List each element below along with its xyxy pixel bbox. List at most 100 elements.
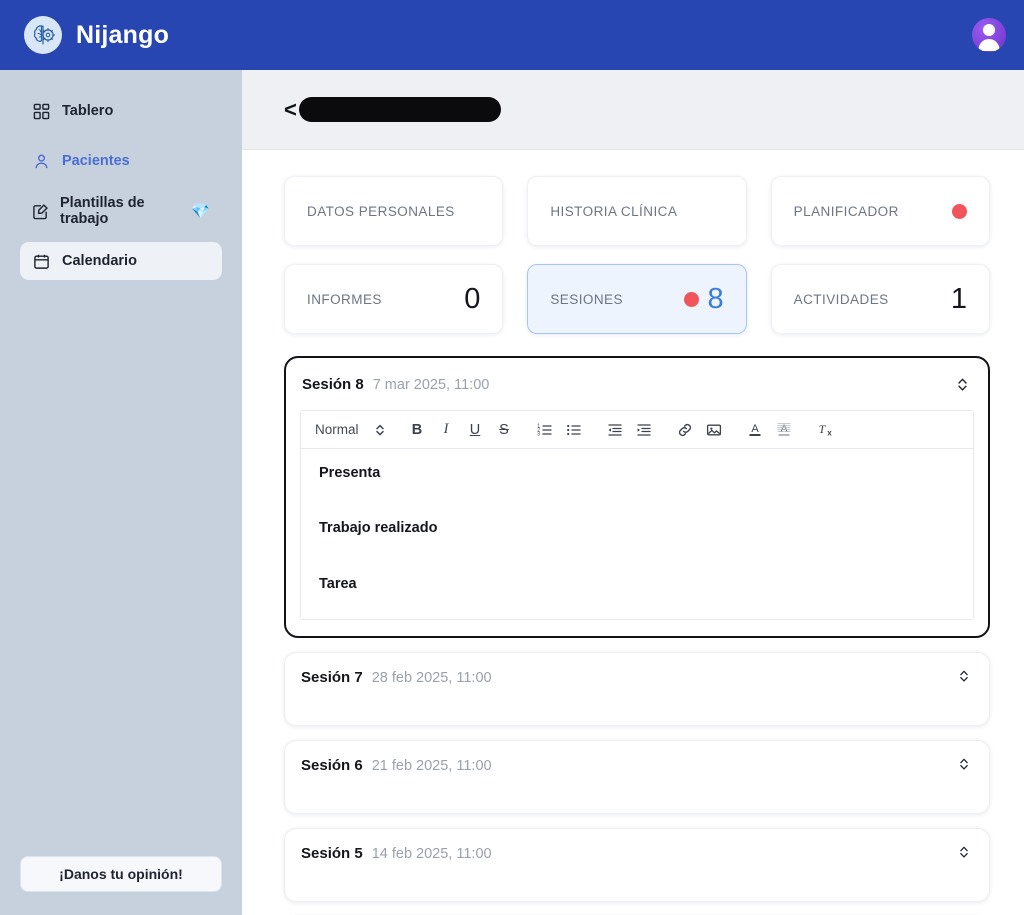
image-icon[interactable] [700, 417, 729, 443]
feedback-button[interactable]: ¡Danos tu opinión! [20, 856, 222, 892]
session-item-6[interactable]: Sesión 6 21 feb 2025, 11:00 [284, 740, 990, 814]
brain-gear-icon [24, 16, 62, 54]
tab-planificador[interactable]: PLANIFICADOR [770, 176, 990, 246]
session-header[interactable]: Sesión 7 28 feb 2025, 11:00 [285, 653, 989, 699]
editor-content[interactable]: Presenta Trabajo realizado Tarea [301, 449, 973, 619]
italic-icon[interactable]: I [432, 417, 461, 443]
ordered-list-icon[interactable]: 1 2 3 [531, 417, 560, 443]
session-date: 21 feb 2025, 11:00 [371, 758, 492, 774]
sidebar-item-tablero[interactable]: Tablero [20, 92, 222, 130]
tab-label: DATOS PERSONALES [307, 203, 455, 219]
tab-meta: 1 [950, 282, 967, 315]
tab-meta: 8 [683, 282, 724, 315]
chevron-up-down-icon[interactable] [957, 377, 968, 392]
brand: Nijango [24, 16, 169, 54]
underline-icon[interactable]: U [461, 417, 490, 443]
session-title: Sesión 7 28 feb 2025, 11:00 [301, 669, 492, 686]
tab-sesiones[interactable]: SESIONES 8 [527, 264, 747, 334]
editor-toolbar: Normal B I U S 1 2 3 A A T x [301, 411, 973, 449]
gem-icon: 💎 [191, 202, 210, 220]
session-item-8[interactable]: Sesión 8 7 mar 2025, 11:00 Normal B I U … [284, 356, 990, 638]
dashboard-grid-icon [32, 102, 51, 121]
session-item-7[interactable]: Sesión 7 28 feb 2025, 11:00 [284, 652, 990, 726]
tab-datos-personales[interactable]: DATOS PERSONALES [284, 176, 504, 246]
tab-count: 1 [950, 282, 967, 315]
calendar-icon [32, 252, 51, 271]
session-header[interactable]: Sesión 8 7 mar 2025, 11:00 [286, 358, 988, 410]
clear-format-icon[interactable]: T x [811, 417, 840, 443]
strikethrough-icon[interactable]: S [490, 417, 519, 443]
svg-text:T: T [819, 422, 827, 436]
chevron-down-icon [375, 424, 384, 435]
session-title: Sesión 5 14 feb 2025, 11:00 [301, 845, 492, 862]
session-title: Sesión 6 21 feb 2025, 11:00 [301, 757, 492, 774]
sidebar-item-plantillas[interactable]: Plantillas de trabajo 💎 [20, 192, 222, 230]
session-title: Sesión 8 7 mar 2025, 11:00 [302, 376, 489, 393]
indent-icon[interactable] [630, 417, 659, 443]
back-chevron-icon[interactable]: < [284, 98, 297, 121]
session-name: Sesión 5 [301, 845, 363, 862]
session-date: 28 feb 2025, 11:00 [371, 670, 492, 686]
session-editor-wrapper: Normal B I U S 1 2 3 A A T x Presenta Tr… [286, 410, 988, 636]
edit-note-icon [32, 202, 49, 221]
block-format-select[interactable]: Normal [311, 422, 393, 437]
chevron-up-down-icon[interactable] [959, 757, 969, 771]
outdent-icon[interactable] [601, 417, 630, 443]
sidebar-item-label: Pacientes [62, 153, 130, 169]
avatar-head [983, 24, 995, 36]
tab-informes[interactable]: INFORMES 0 [284, 264, 504, 334]
sidebar-item-label: Plantillas de trabajo [60, 195, 145, 227]
editor-paragraph: Tarea [319, 575, 357, 592]
svg-text:A: A [780, 423, 788, 435]
session-name: Sesión 7 [301, 669, 363, 686]
sidebar-item-label: Tablero [62, 103, 114, 119]
tab-meta: 0 [464, 282, 481, 315]
feedback-button-label: ¡Danos tu opinión! [59, 866, 183, 882]
tab-count: 8 [707, 282, 724, 315]
block-format-label: Normal [315, 422, 359, 437]
sidebar: Tablero Pacientes Plantillas de trabajo … [0, 70, 242, 915]
session-item-5[interactable]: Sesión 5 14 feb 2025, 11:00 [284, 828, 990, 902]
tab-historia-clinica[interactable]: HISTORIA CLÍNICA [527, 176, 747, 246]
chevron-up-down-icon[interactable] [959, 845, 969, 859]
brand-name: Nijango [76, 20, 170, 49]
session-name: Sesión 8 [302, 375, 364, 393]
tab-label: HISTORIA CLÍNICA [550, 203, 678, 219]
tab-count: 0 [464, 282, 481, 315]
editor-paragraph: Trabajo realizado [319, 520, 438, 537]
sidebar-item-calendario[interactable]: Calendario [20, 242, 222, 280]
editor-paragraph: Presenta [319, 465, 381, 481]
session-header[interactable]: Sesión 5 14 feb 2025, 11:00 [285, 829, 989, 875]
tab-label: PLANIFICADOR [793, 203, 899, 219]
tab-actividades[interactable]: ACTIVIDADES 1 [770, 264, 990, 334]
person-icon [32, 152, 51, 171]
session-header[interactable]: Sesión 6 21 feb 2025, 11:00 [285, 741, 989, 787]
sidebar-item-label: Calendario [62, 253, 137, 269]
chevron-up-down-icon[interactable] [959, 669, 969, 683]
highlight-color-icon[interactable]: A [770, 417, 799, 443]
content-area: DATOS PERSONALES HISTORIA CLÍNICA PLANIF… [242, 150, 1024, 915]
status-badge-dot [951, 203, 967, 219]
tab-meta [951, 203, 967, 219]
session-date: 14 feb 2025, 11:00 [371, 846, 492, 862]
svg-text:A: A [751, 423, 759, 435]
session-name: Sesión 6 [301, 757, 363, 774]
session-list: Sesión 8 7 mar 2025, 11:00 Normal B I U … [284, 356, 990, 915]
svg-text:x: x [827, 429, 832, 438]
patient-name-redacted [298, 97, 501, 122]
avatar-body [978, 39, 1000, 51]
page-header: < [242, 70, 1024, 150]
rich-text-editor: Normal B I U S 1 2 3 A A T x Presenta Tr… [300, 410, 974, 620]
main-content: < DATOS PERSONALES HISTORIA CLÍNICA PLAN… [242, 70, 1024, 915]
sidebar-item-pacientes[interactable]: Pacientes [20, 142, 222, 180]
bold-icon[interactable]: B [403, 417, 432, 443]
user-avatar-icon[interactable] [972, 18, 1006, 52]
text-color-icon[interactable]: A [741, 417, 770, 443]
link-icon[interactable] [671, 417, 700, 443]
session-date: 7 mar 2025, 11:00 [372, 376, 490, 393]
bullet-list-icon[interactable] [560, 417, 589, 443]
section-tabs: DATOS PERSONALES HISTORIA CLÍNICA PLANIF… [284, 176, 990, 334]
app-header: Nijango [0, 0, 1024, 70]
status-badge-dot [683, 291, 699, 307]
tab-label: INFORMES [307, 291, 382, 307]
